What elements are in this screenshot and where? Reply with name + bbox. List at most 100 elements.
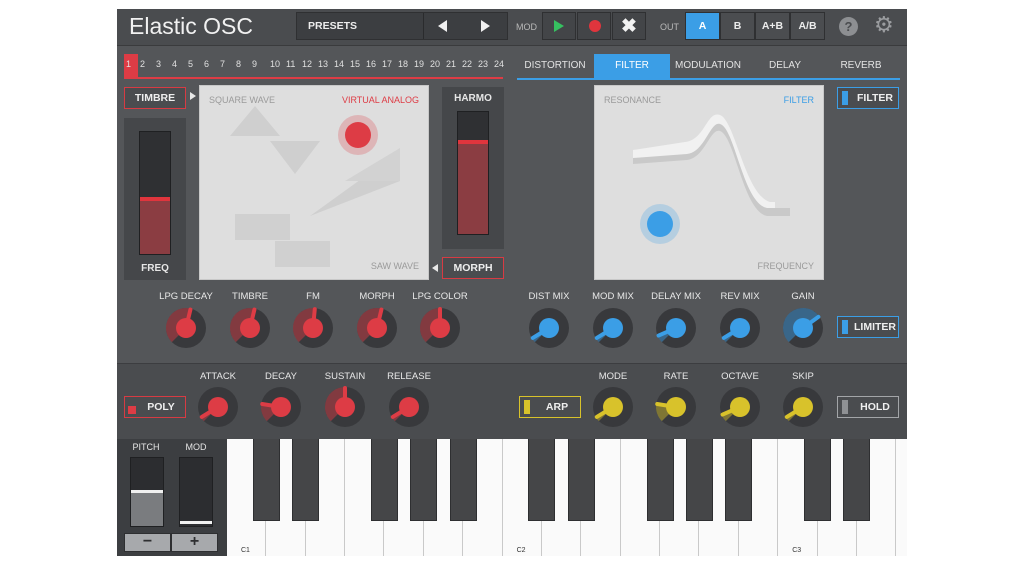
step-2[interactable]: 2 (140, 59, 145, 69)
previous-preset-icon[interactable] (438, 20, 447, 32)
out-a-button[interactable]: A (685, 12, 720, 40)
step-3[interactable]: 3 (156, 59, 161, 69)
oscillator-xy-pad[interactable]: SQUARE WAVE VIRTUAL ANALOG SAW WAVE (199, 85, 429, 280)
pointer-right-icon (190, 92, 196, 100)
step-10[interactable]: 10 (270, 59, 280, 69)
step-4[interactable]: 4 (172, 59, 177, 69)
out-b-button[interactable]: B (720, 12, 755, 40)
freq-fader-panel: FREQ (124, 118, 186, 280)
presets-control[interactable]: PRESETS (296, 12, 508, 40)
mod-wheel-handle[interactable] (180, 521, 212, 524)
tab-distortion[interactable]: DISTORTION (517, 54, 593, 78)
step-20[interactable]: 20 (430, 59, 440, 69)
hold-toggle-button[interactable]: HOLD (837, 396, 899, 418)
rev-mix-knob[interactable] (718, 306, 762, 350)
step-12[interactable]: 12 (302, 59, 312, 69)
step-13[interactable]: 13 (318, 59, 328, 69)
timbre-button[interactable]: TIMBRE (124, 87, 186, 109)
hold-toggle-indicator (842, 400, 848, 414)
pitch-wheel-handle[interactable] (131, 490, 163, 493)
gear-icon[interactable]: ⚙ (874, 13, 894, 37)
black-key[interactable] (252, 439, 280, 521)
arp-rate-knob[interactable] (654, 385, 698, 429)
step-21[interactable]: 21 (446, 59, 456, 69)
harmo-fader-handle[interactable] (458, 140, 488, 145)
step-22[interactable]: 22 (462, 59, 472, 69)
out-a-plus-b-button[interactable]: A+B (755, 12, 790, 40)
filter-curve (633, 114, 790, 216)
freq-fader-handle[interactable] (140, 196, 170, 201)
gain-knob[interactable] (781, 306, 825, 350)
step-17[interactable]: 17 (382, 59, 392, 69)
decay-knob[interactable] (259, 385, 303, 429)
step-14[interactable]: 14 (334, 59, 344, 69)
octave-down-button[interactable]: − (124, 533, 171, 552)
mod-mix-knob[interactable] (591, 306, 635, 350)
tab-delay[interactable]: DELAY (747, 54, 823, 78)
mod-wheel[interactable] (179, 457, 213, 527)
morph-button[interactable]: MORPH (442, 257, 504, 279)
octave-label-c3: C3 (792, 547, 802, 554)
play-button[interactable] (542, 12, 576, 40)
delay-mix-knob[interactable] (654, 306, 698, 350)
step-11[interactable]: 11 (286, 59, 295, 69)
step-9[interactable]: 9 (252, 59, 257, 69)
sustain-knob[interactable] (323, 385, 367, 429)
filter-pad-handle[interactable] (647, 211, 673, 237)
out-a-slash-b-button[interactable]: A/B (790, 12, 825, 40)
black-key[interactable] (567, 439, 595, 521)
black-key[interactable] (843, 439, 871, 521)
dist-mix-knob[interactable] (527, 306, 571, 350)
tab-reverb[interactable]: REVERB (823, 54, 899, 78)
lpg-decay-knob[interactable] (164, 306, 208, 350)
limiter-toggle-button[interactable]: LIMITER (837, 316, 899, 338)
octave-up-button[interactable]: + (171, 533, 218, 552)
arp-skip-knob[interactable] (781, 385, 825, 429)
filter-xy-pad[interactable]: RESONANCE FILTER FREQUENCY (594, 85, 824, 280)
step-18[interactable]: 18 (398, 59, 408, 69)
white-key[interactable] (896, 439, 907, 556)
oscillator-pad-handle[interactable] (345, 122, 371, 148)
harmo-fader[interactable] (457, 111, 489, 235)
arp-mode-knob[interactable] (591, 385, 635, 429)
record-button[interactable] (577, 12, 611, 40)
release-knob[interactable] (387, 385, 431, 429)
tab-modulation[interactable]: MODULATION (670, 54, 746, 78)
step-5[interactable]: 5 (188, 59, 193, 69)
step-1[interactable]: 1 (126, 59, 131, 69)
black-key[interactable] (804, 439, 832, 521)
fm-knob[interactable] (291, 306, 335, 350)
step-23[interactable]: 23 (478, 59, 488, 69)
black-key[interactable] (292, 439, 320, 521)
timbre-knob[interactable] (228, 306, 272, 350)
help-icon[interactable]: ? (839, 17, 858, 36)
step-19[interactable]: 19 (414, 59, 424, 69)
arp-octave-knob[interactable] (718, 385, 762, 429)
pitch-wheel[interactable] (130, 457, 164, 527)
clear-button[interactable]: ✖ (612, 12, 646, 40)
arp-toggle-button[interactable]: ARP (519, 396, 581, 418)
black-key[interactable] (646, 439, 674, 521)
black-key[interactable] (449, 439, 477, 521)
black-key[interactable] (685, 439, 713, 521)
tab-filter[interactable]: FILTER (594, 54, 670, 78)
black-key[interactable] (725, 439, 753, 521)
app-title: Elastic OSC (129, 13, 253, 39)
step-8[interactable]: 8 (236, 59, 241, 69)
black-key[interactable] (410, 439, 438, 521)
step-7[interactable]: 7 (220, 59, 225, 69)
lpg-color-knob[interactable] (418, 306, 462, 350)
step-6[interactable]: 6 (204, 59, 209, 69)
morph-knob[interactable] (355, 306, 399, 350)
filter-toggle-button[interactable]: FILTER (837, 87, 899, 109)
black-key[interactable] (370, 439, 398, 521)
limiter-toggle-indicator (842, 320, 848, 334)
next-preset-icon[interactable] (481, 20, 490, 32)
step-24[interactable]: 24 (494, 59, 504, 69)
step-16[interactable]: 16 (366, 59, 376, 69)
freq-fader[interactable] (139, 131, 171, 255)
black-key[interactable] (528, 439, 556, 521)
step-15[interactable]: 15 (350, 59, 360, 69)
poly-toggle-button[interactable]: POLY (124, 396, 186, 418)
attack-knob[interactable] (196, 385, 240, 429)
